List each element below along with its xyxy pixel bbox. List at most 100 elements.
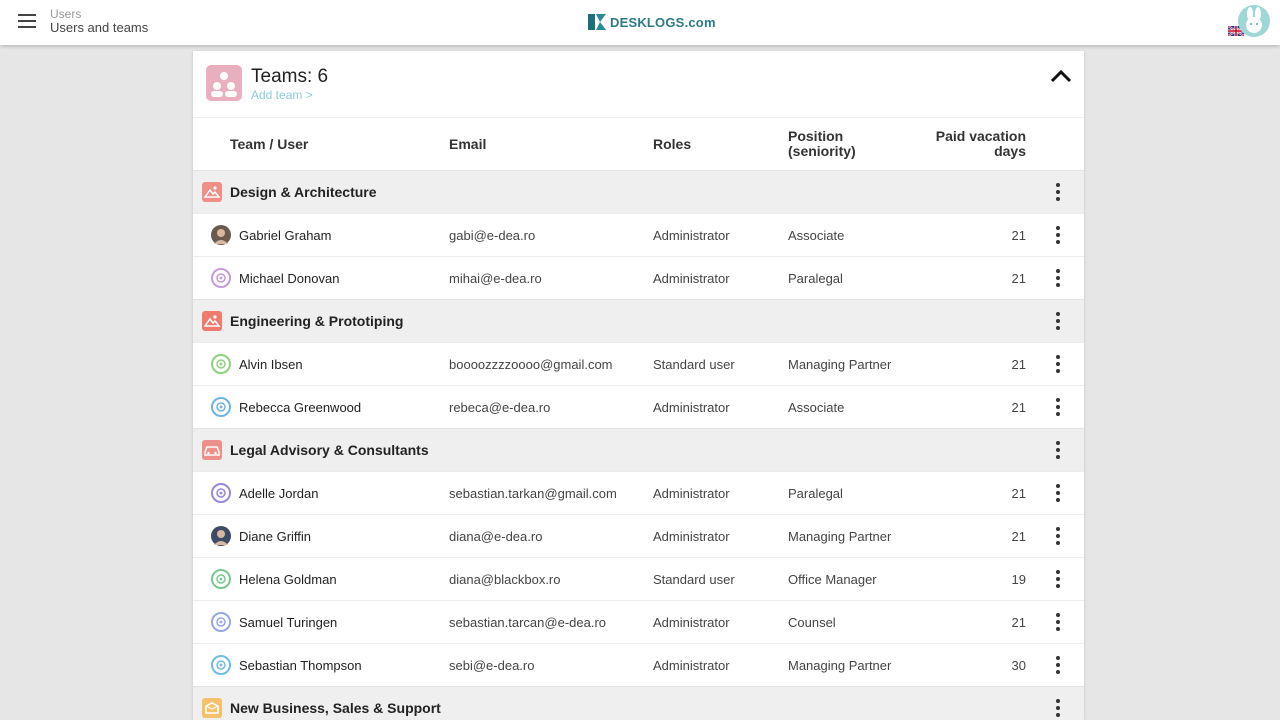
team-box-icon [202, 698, 222, 718]
teams-panel: Teams: 6 Add team > Team / User Email Ro… [193, 51, 1084, 720]
user-role: Administrator [653, 615, 730, 630]
user-role: Administrator [653, 529, 730, 544]
user-vacation-days: 21 [1011, 228, 1026, 243]
user-avatar [211, 569, 231, 589]
team-row[interactable]: Design & Architecture [193, 170, 1084, 213]
user-role: Administrator [653, 658, 730, 673]
add-team-link[interactable]: Add team > [251, 88, 313, 102]
user-row[interactable]: Rebecca Greenwood rebeca@e-dea.ro Administ… [193, 385, 1084, 428]
user-role: Standard user [653, 357, 735, 372]
user-email: diana@e-dea.ro [449, 529, 543, 544]
user-position: Counsel [788, 615, 836, 630]
profile-avatar[interactable] [1238, 5, 1270, 37]
user-row[interactable]: Gabriel Graham gabi@e-dea.ro Administrator… [193, 213, 1084, 256]
teams-count-title: Teams: 6 [251, 66, 329, 87]
user-vacation-days: 21 [1011, 486, 1026, 501]
user-avatar [211, 397, 231, 417]
logo-text: DESKLOGS.com [610, 14, 716, 30]
team-row[interactable]: New Business, Sales & Support [193, 686, 1084, 720]
more-options-icon[interactable] [1053, 226, 1063, 244]
menu-icon[interactable] [18, 14, 36, 28]
user-position: Office Manager [788, 572, 877, 587]
user-position: Managing Partner [788, 529, 892, 544]
user-role: Administrator [653, 400, 730, 415]
user-position: Paralegal [788, 486, 843, 501]
col-email[interactable]: Email [449, 137, 486, 152]
user-email: boooozzzzoooo@gmail.com [449, 357, 613, 372]
col-position[interactable]: Position (seniority) [788, 129, 856, 159]
user-name: Sebastian Thompson [239, 658, 362, 673]
user-vacation-days: 30 [1011, 658, 1026, 673]
user-row[interactable]: Samuel Turingen sebastian.tarcan@e-dea.ro… [193, 600, 1084, 643]
team-row[interactable]: Engineering & Prototiping [193, 299, 1084, 342]
team-car-icon [202, 440, 222, 460]
user-position: Managing Partner [788, 357, 892, 372]
user-name: Adelle Jordan [239, 486, 319, 501]
user-avatar [211, 354, 231, 374]
more-options-icon[interactable] [1053, 441, 1063, 459]
more-options-icon[interactable] [1053, 398, 1063, 416]
user-name: Michael Donovan [239, 271, 340, 286]
team-row[interactable]: Legal Advisory & Consultants [193, 428, 1084, 471]
breadcrumb-parent[interactable]: Users [50, 7, 148, 21]
user-position: Associate [788, 400, 845, 415]
user-vacation-days: 21 [1011, 271, 1026, 286]
user-vacation-days: 19 [1011, 572, 1026, 587]
user-position: Paralegal [788, 271, 843, 286]
chevron-up-icon[interactable] [1050, 69, 1072, 83]
user-position: Associate [788, 228, 845, 243]
top-bar: Users Users and teams DESKLOGS.com [0, 0, 1280, 45]
user-vacation-days: 21 [1011, 400, 1026, 415]
user-row[interactable]: Sebastian Thompson sebi@e-dea.ro Administr… [193, 643, 1084, 686]
page-title: Users and teams [50, 20, 149, 35]
user-email: sebi@e-dea.ro [449, 658, 535, 673]
col-roles[interactable]: Roles [653, 137, 691, 152]
user-email: rebeca@e-dea.ro [449, 400, 551, 415]
user-role: Administrator [653, 486, 730, 501]
table-header: Team / User Email Roles Position (senior… [193, 118, 1084, 170]
user-row[interactable]: Adelle Jordan sebastian.tarkan@gmail.com A… [193, 471, 1084, 514]
col-vacation-line2: days [994, 143, 1026, 159]
rabbit-icon [1246, 7, 1262, 33]
more-options-icon[interactable] [1053, 656, 1063, 674]
desklogs-logo[interactable]: DESKLOGS.com [587, 11, 716, 33]
user-name: Rebecca Greenwood [239, 400, 362, 415]
team-name: New Business, Sales & Support [230, 700, 441, 716]
more-options-icon[interactable] [1053, 355, 1063, 373]
user-avatar [211, 612, 231, 632]
user-vacation-days: 21 [1011, 529, 1026, 544]
user-avatar [211, 526, 231, 546]
user-email: diana@blackbox.ro [449, 572, 561, 587]
teams-header: Teams: 6 Add team > [193, 51, 1084, 118]
user-vacation-days: 21 [1011, 615, 1026, 630]
col-team-user[interactable]: Team / User [230, 137, 308, 152]
user-avatar [211, 225, 231, 245]
user-role: Administrator [653, 271, 730, 286]
more-options-icon[interactable] [1053, 699, 1063, 717]
more-options-icon[interactable] [1053, 613, 1063, 631]
user-role: Administrator [653, 228, 730, 243]
col-vacation[interactable]: Paid vacation days [926, 129, 1026, 159]
more-options-icon[interactable] [1053, 527, 1063, 545]
user-row[interactable]: Alvin Ibsen boooozzzzoooo@gmail.com Standa… [193, 342, 1084, 385]
more-options-icon[interactable] [1053, 484, 1063, 502]
team-name: Legal Advisory & Consultants [230, 442, 429, 458]
more-options-icon[interactable] [1053, 570, 1063, 588]
breadcrumb: Users Users and teams [50, 7, 148, 35]
col-vacation-line1: Paid vacation [935, 128, 1026, 144]
user-email: gabi@e-dea.ro [449, 228, 536, 243]
user-name: Diane Griffin [239, 529, 312, 544]
user-row[interactable]: Michael Donovan mihai@e-dea.ro Administrat… [193, 256, 1084, 299]
user-row[interactable]: Helena Goldman diana@blackbox.ro Standard … [193, 557, 1084, 600]
more-options-icon[interactable] [1053, 183, 1063, 201]
user-name: Helena Goldman [239, 572, 337, 587]
more-options-icon[interactable] [1053, 312, 1063, 330]
col-position-line2: (seniority) [788, 143, 856, 159]
user-row[interactable]: Diane Griffin diana@e-dea.ro Administrator… [193, 514, 1084, 557]
user-email: sebastian.tarcan@e-dea.ro [449, 615, 607, 630]
user-email: mihai@e-dea.ro [449, 271, 542, 286]
teams-icon [206, 65, 242, 101]
team-image-icon [202, 311, 222, 331]
more-options-icon[interactable] [1053, 269, 1063, 287]
user-vacation-days: 21 [1011, 357, 1026, 372]
